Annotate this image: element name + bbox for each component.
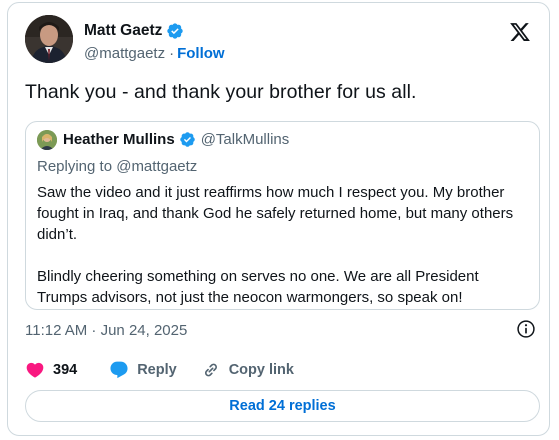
reply-button[interactable]: Reply [109,360,177,380]
like-count: 394 [53,362,78,378]
author-name[interactable]: Matt Gaetz [84,22,162,40]
tweet-text: Thank you - and thank your brother for u… [25,81,417,103]
quoted-paragraph: Blindly cheering something on serves no … [37,268,479,306]
author-name-row[interactable]: Matt Gaetz [84,21,184,41]
verified-badge-icon [166,22,184,40]
quoted-author-avatar[interactable] [37,130,57,150]
quoted-author-row: Heather Mullins @TalkMullins [63,131,289,148]
read-replies-button[interactable]: Read 24 replies [25,390,540,422]
author-handle-row: @mattgaetz · Follow [84,45,225,62]
quoted-tweet[interactable]: Heather Mullins @TalkMullins Replying to… [25,121,540,310]
quoted-author-handle[interactable]: @TalkMullins [201,131,290,148]
heart-icon [26,362,44,378]
verified-badge-icon [179,131,196,148]
copy-link-label: Copy link [228,362,294,378]
author-handle[interactable]: @mattgaetz [84,45,165,62]
link-icon [204,363,217,377]
author-avatar[interactable] [25,15,73,63]
info-icon[interactable] [516,319,536,339]
reply-label: Reply [137,362,177,378]
action-bar: 394 Reply Copy link [25,360,312,380]
tweet-timestamp[interactable]: 11:12 AM · Jun 24, 2025 [25,322,187,339]
copy-link-button[interactable]: Copy link [201,360,294,380]
replying-to: Replying to @mattgaetz [37,158,198,175]
follow-button[interactable]: Follow [177,45,225,62]
quoted-author-name[interactable]: Heather Mullins [63,131,175,148]
tweet-embed-card: Matt Gaetz @mattgaetz · Follow Thank you… [7,2,550,436]
separator-dot: · [169,45,175,62]
quoted-paragraph: Saw the video and it just reaffirms how … [37,184,514,243]
quoted-tweet-body: Saw the video and it just reaffirms how … [37,182,532,308]
reply-bubble-icon [110,361,128,379]
x-logo-icon[interactable] [509,21,531,43]
like-button[interactable]: 394 [25,360,77,380]
